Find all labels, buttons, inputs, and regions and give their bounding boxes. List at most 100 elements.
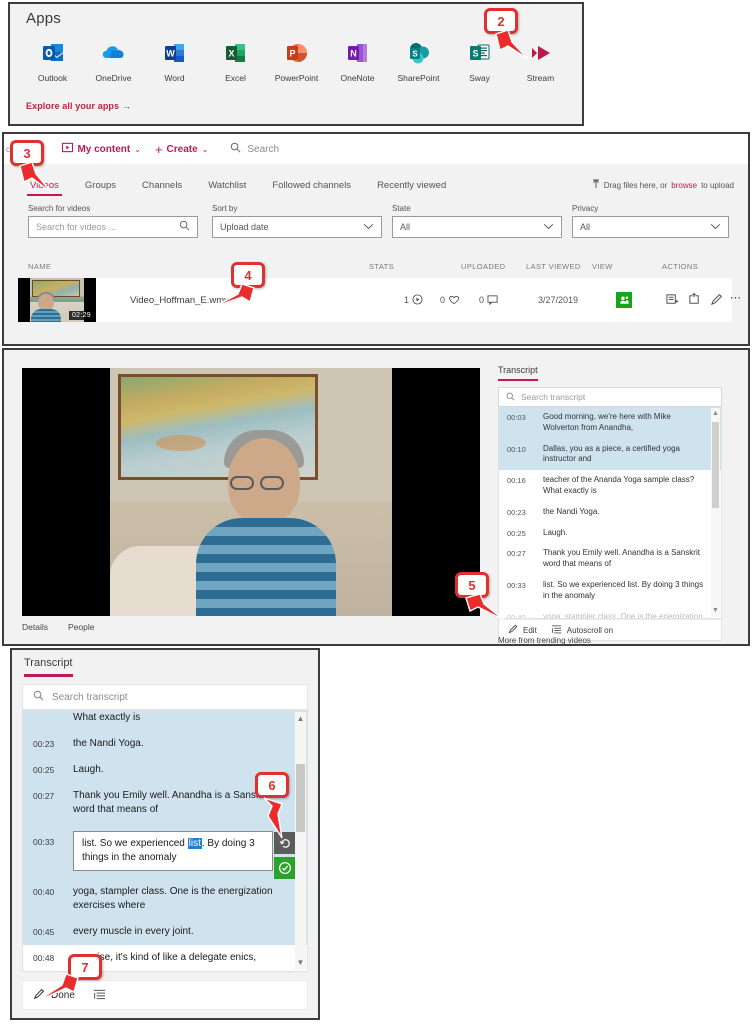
transcript-line[interactable]: 00:25 Laugh. — [499, 523, 721, 544]
transcript-line[interactable]: What exactly is — [23, 711, 307, 731]
tab-watchlist[interactable]: Watchlist — [208, 180, 246, 198]
global-search[interactable]: Search — [230, 142, 279, 156]
tab-groups[interactable]: Groups — [85, 180, 116, 198]
table-row[interactable]: 02:29 Video_Hoffman_E.wmv 1 0 0 3/27/201… — [18, 278, 741, 322]
col-name: NAME — [28, 262, 52, 271]
upload-arrow-icon — [592, 179, 600, 191]
tab-channels[interactable]: Channels — [142, 180, 182, 198]
share-icon[interactable] — [688, 292, 701, 309]
my-content-menu[interactable]: My content ⌄ — [62, 142, 141, 156]
app-label: OneNote — [340, 73, 375, 83]
explore-all-apps-link[interactable]: Explore all your apps → — [26, 101, 131, 111]
transcript-timestamp: 00:40 — [33, 887, 55, 897]
onedrive-icon — [101, 40, 127, 66]
filter-sort-by: Sort by Upload date — [212, 204, 382, 238]
transcript-panel-title: Transcript — [498, 365, 538, 381]
transcript-lines-list[interactable]: 00:03 Good morning, we're here with Mike… — [498, 407, 722, 619]
tab-people[interactable]: People — [68, 622, 94, 632]
stream-browse-panel: co My content ⌄ + Create ⌄ Search V — [2, 132, 750, 346]
transcript-line[interactable]: 00:33 list. So we experienced list. By d… — [499, 575, 721, 607]
edit-text-selected: list — [187, 838, 202, 849]
scroll-up-arrow-icon[interactable]: ▲ — [295, 712, 306, 726]
transcript-line[interactable]: 00:23 the Nandi Yoga. — [499, 502, 721, 523]
transcript-edit-textbox[interactable]: list. So we experienced list. By doing 3… — [73, 831, 296, 879]
scroll-down-arrow-icon[interactable]: ▼ — [295, 956, 306, 970]
comments-count: 0 — [479, 295, 485, 305]
app-label: OneDrive — [95, 73, 132, 83]
transcript-timestamp: 00:27 — [33, 791, 55, 801]
add-to-watchlist-icon[interactable] — [666, 293, 679, 309]
transcript-text: yoga, stampler class. One is the energiz… — [543, 611, 703, 619]
browse-link[interactable]: browse — [671, 181, 697, 190]
scroll-down-arrow-icon[interactable]: ▼ — [711, 605, 720, 617]
filter-label: Privacy — [572, 204, 599, 213]
search-for-videos-input[interactable]: Search for videos ... — [28, 216, 198, 238]
screenshot-root: Apps Outlook OneDrive W Word X Excel P P… — [0, 0, 752, 1024]
upload-hint-pre: Drag files here, or — [603, 180, 668, 190]
app-label: Word — [164, 73, 185, 83]
tab-recently-viewed[interactable]: Recently viewed — [377, 180, 446, 198]
app-tile-sharepoint[interactable]: S SharePoint — [388, 40, 449, 83]
create-menu[interactable]: + Create ⌄ — [155, 142, 208, 157]
app-label: PowerPoint — [274, 73, 319, 83]
svg-text:W: W — [166, 49, 175, 59]
app-tile-onenote[interactable]: N OneNote — [327, 40, 388, 83]
edit-pencil-icon[interactable] — [710, 293, 723, 309]
transcript-line[interactable]: 00:48 exercise, it's kind of like a dele… — [23, 945, 307, 971]
transcript-line[interactable]: 00:16 teacher of the Ananda Yoga sample … — [499, 470, 721, 502]
transcript-line[interactable]: 00:03 Good morning, we're here with Mike… — [499, 407, 721, 439]
scrollbar-thumb[interactable] — [712, 422, 719, 508]
scroll-up-arrow-icon[interactable]: ▲ — [711, 408, 720, 420]
accept-check-icon[interactable] — [274, 857, 296, 879]
col-actions: ACTIONS — [662, 262, 699, 271]
create-label: Create — [166, 143, 198, 155]
transcript-timestamp: 00:03 — [507, 413, 526, 422]
privacy-value: All — [580, 222, 591, 232]
comment-icon — [487, 294, 499, 307]
transcript-line[interactable]: 00:10 Dallas, you as a piece, a certifie… — [499, 438, 721, 471]
app-tile-powerpoint[interactable]: P PowerPoint — [266, 40, 327, 83]
edit-transcript-search-input[interactable]: Search transcript — [22, 684, 308, 710]
chevron-down-icon — [363, 222, 374, 233]
transcript-scrollbar[interactable]: ▲ ▼ — [711, 408, 720, 617]
transcript-text: the Nandi Yoga. — [73, 738, 144, 749]
col-view: VIEW — [592, 262, 613, 271]
video-duration-badge: 02:29 — [68, 311, 94, 320]
transcript-line[interactable]: 00:40 yoga, stampler class. One is the e… — [499, 607, 721, 619]
stream-nav-tabs: Videos Groups Channels Watchlist Followe… — [4, 164, 748, 198]
transcript-line[interactable]: 00:23 the Nandi Yoga. — [23, 731, 307, 757]
transcript-line[interactable]: 00:40 yoga, stampler class. One is the e… — [23, 879, 307, 919]
transcript-autoscroll-toggle[interactable]: Autoscroll on — [551, 624, 613, 636]
more-options-icon[interactable]: ⋯ — [730, 291, 742, 304]
svg-text:N: N — [350, 49, 357, 59]
autoscroll-icon — [551, 624, 562, 636]
transcript-autoscroll-toggle[interactable] — [93, 988, 106, 1003]
app-tile-outlook[interactable]: Outlook — [22, 40, 83, 83]
tab-details[interactable]: Details — [22, 622, 48, 632]
transcript-text: yoga, stampler class. One is the energiz… — [73, 886, 273, 911]
app-tile-onedrive[interactable]: OneDrive — [83, 40, 144, 83]
upload-dropzone-hint[interactable]: Drag files here, or browse to upload — [592, 179, 734, 191]
search-for-videos-placeholder: Search for videos ... — [36, 222, 117, 232]
transcript-search-input[interactable]: Search transcript — [498, 387, 722, 407]
transcript-text: list. So we experienced list. By doing 3… — [543, 579, 704, 600]
transcript-line[interactable]: 00:27 Thank you Emily well. Anandha is a… — [499, 543, 721, 575]
privacy-select[interactable]: All — [572, 216, 729, 238]
outlook-icon — [40, 40, 66, 66]
transcript-text: Dallas, you as a piece, a certified yoga… — [543, 443, 680, 464]
callout-6-arrow — [263, 797, 283, 839]
video-thumbnail[interactable]: 02:29 — [18, 278, 96, 322]
tab-followed-channels[interactable]: Followed channels — [272, 180, 351, 198]
col-uploaded: UPLOADED — [461, 262, 506, 271]
app-tile-word[interactable]: W Word — [144, 40, 205, 83]
sort-by-value: Upload date — [220, 222, 269, 232]
app-tile-excel[interactable]: X Excel — [205, 40, 266, 83]
state-select[interactable]: All — [392, 216, 562, 238]
sort-by-select[interactable]: Upload date — [212, 216, 382, 238]
transcript-text: every muscle in every joint. — [73, 926, 194, 937]
player-detail-tabs: Details People — [22, 622, 94, 632]
transcript-line[interactable]: 00:45 every muscle in every joint. — [23, 919, 307, 945]
callout-5-arrow — [465, 593, 505, 621]
more-from-trending-videos-link[interactable]: More from trending videos — [498, 636, 591, 645]
video-player[interactable] — [22, 368, 480, 616]
